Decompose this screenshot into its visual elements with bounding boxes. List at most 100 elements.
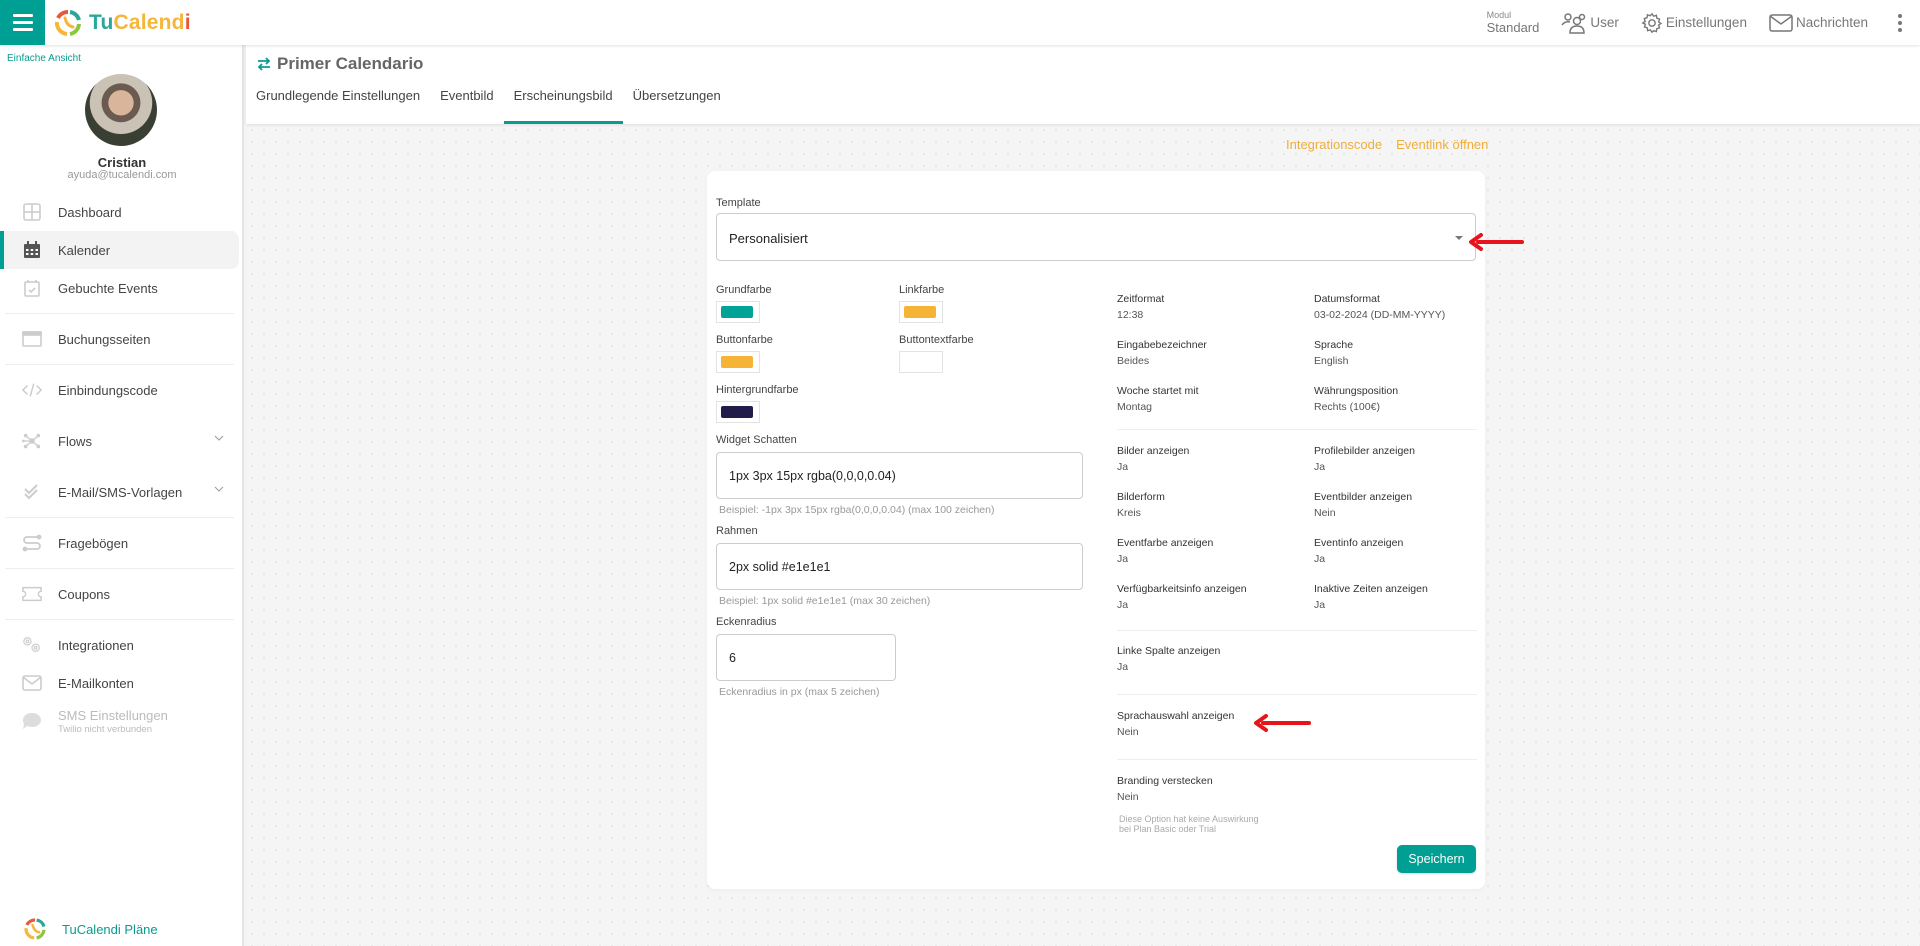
- save-button[interactable]: Speichern: [1397, 845, 1476, 873]
- radius-input[interactable]: 6: [716, 634, 896, 681]
- user-button[interactable]: User: [1561, 12, 1619, 34]
- option-label: Woche startet mit: [1117, 385, 1199, 397]
- link-color-swatch[interactable]: [899, 301, 943, 323]
- shadow-input[interactable]: 1px 3px 15px rgba(0,0,0,0.04): [716, 452, 1083, 499]
- module-indicator[interactable]: Modul Standard: [1487, 11, 1540, 35]
- option-label: Linke Spalte anzeigen: [1117, 645, 1221, 657]
- top-right-menu: Modul Standard User Einstellungen Nachri…: [1487, 0, 1920, 45]
- option-hide-branding[interactable]: Branding verstecken Nein: [1117, 775, 1307, 803]
- logo[interactable]: TuCalendi: [52, 7, 191, 39]
- hamburger-icon: [12, 12, 33, 33]
- page-title-text: Primer Calendario: [277, 54, 424, 73]
- option-value: English: [1314, 355, 1349, 367]
- option-language[interactable]: Sprache English: [1314, 339, 1504, 367]
- sidebar-item-label: Dashboard: [58, 204, 122, 220]
- option-show-images[interactable]: Bilder anzeigen Ja: [1117, 445, 1307, 473]
- sidebar-item-integrationen[interactable]: Integrationen: [0, 626, 242, 664]
- option-label: Eventbilder anzeigen: [1314, 491, 1413, 503]
- option-show-event-color[interactable]: Eventfarbe anzeigen Ja: [1117, 537, 1307, 565]
- link-color-label: Linkfarbe: [899, 284, 945, 296]
- sidebar-item-kalender[interactable]: Kalender: [0, 231, 239, 269]
- sidebar-item-label: Fragebögen: [58, 535, 129, 551]
- option-label: Eventinfo anzeigen: [1314, 537, 1404, 549]
- sidebar-item-sublabel: Twilio nicht verbunden: [58, 723, 152, 735]
- option-value: Ja: [1117, 599, 1129, 611]
- integration-code-link[interactable]: Integrationscode: [1286, 137, 1382, 152]
- open-event-link[interactable]: Eventlink öffnen: [1396, 137, 1488, 152]
- messages-label: Nachrichten: [1795, 15, 1868, 30]
- option-value: Nein: [1117, 791, 1139, 803]
- option-value: 03-02-2024 (DD-MM-YYYY): [1314, 309, 1446, 321]
- option-value: Beides: [1117, 355, 1150, 367]
- base-color-label: Grundfarbe: [716, 284, 772, 296]
- border-input[interactable]: 2px solid #e1e1e1: [716, 543, 1083, 590]
- options-divider: [1117, 630, 1477, 631]
- background-color-swatch[interactable]: [716, 401, 760, 423]
- sidebar-item-frageboegen[interactable]: Fragebögen: [0, 524, 242, 562]
- dropdown-caret-icon: [1455, 236, 1463, 240]
- button-color-swatch[interactable]: [716, 351, 760, 373]
- option-week-start[interactable]: Woche startet mit Montag: [1117, 385, 1307, 413]
- avatar[interactable]: [85, 74, 157, 146]
- sidebar-item-email-sms-vorlagen[interactable]: E-Mail/SMS-Vorlagen: [0, 473, 242, 511]
- sidebar-item-buchungsseiten[interactable]: Buchungsseiten: [0, 320, 242, 358]
- sidebar-item-label: E-Mail/SMS-Vorlagen: [58, 484, 183, 500]
- option-show-profile-images[interactable]: Profilebilder anzeigen Ja: [1314, 445, 1504, 473]
- option-label: Eingabebezeichner: [1117, 339, 1207, 351]
- calendar-check-icon: [22, 278, 42, 298]
- option-input-labels[interactable]: Eingabebezeichner Beides: [1117, 339, 1307, 367]
- sidebar-item-label: E-Mailkonten: [58, 675, 134, 691]
- border-hint: Beispiel: 1px solid #e1e1e1 (max 30 zeic…: [719, 595, 931, 607]
- sidebar-item-sms-einstellungen[interactable]: SMS Einstellungen Twilio nicht verbunden: [0, 702, 242, 740]
- sidebar-item-coupons[interactable]: Coupons: [0, 575, 242, 613]
- nav-divider: [5, 568, 234, 569]
- tab-grundlegende-einstellungen[interactable]: Grundlegende Einstellungen: [246, 89, 430, 124]
- base-color-swatch[interactable]: [716, 301, 760, 323]
- sidebar-item-gebuchte-events[interactable]: Gebuchte Events: [0, 269, 242, 307]
- option-value: Ja: [1314, 553, 1326, 565]
- sidebar-item-flows[interactable]: Flows: [0, 422, 242, 460]
- sidebar-item-einbindungscode[interactable]: Einbindungscode: [0, 371, 242, 409]
- action-links: Integrationscode Eventlink öffnen: [1286, 137, 1488, 152]
- chevron-down-icon: [214, 435, 224, 441]
- option-show-event-info[interactable]: Eventinfo anzeigen Ja: [1314, 537, 1504, 565]
- brand-part-1: Tu: [89, 10, 114, 34]
- tab-erscheinungsbild[interactable]: Erscheinungsbild: [503, 89, 623, 124]
- template-select[interactable]: Personalisiert: [716, 213, 1476, 261]
- background-color-fill: [721, 406, 753, 418]
- option-show-availability[interactable]: Verfügbarkeitsinfo anzeigen Ja: [1117, 583, 1307, 611]
- sidebar-item-label: Flows: [58, 433, 92, 449]
- sidebar-item-emailkonten[interactable]: E-Mailkonten: [0, 664, 242, 702]
- settings-button[interactable]: Einstellungen: [1641, 12, 1747, 34]
- option-label: Bilderform: [1117, 491, 1165, 503]
- border-value: 2px solid #e1e1e1: [729, 560, 831, 574]
- option-currency-position[interactable]: Währungsposition Rechts (100€): [1314, 385, 1504, 413]
- more-options-icon[interactable]: [1890, 12, 1910, 33]
- simple-view-link[interactable]: Einfache Ansicht: [7, 53, 81, 64]
- tab-uebersetzungen[interactable]: Übersetzungen: [623, 89, 731, 124]
- top-bar: TuCalendi Modul Standard User Einstellun…: [0, 0, 1920, 45]
- shadow-hint: Beispiel: -1px 3px 15px rgba(0,0,0,0.04)…: [719, 504, 995, 516]
- option-date-format[interactable]: Datumsformat 03-02-2024 (DD-MM-YYYY): [1314, 293, 1504, 321]
- menu-toggle-button[interactable]: [0, 0, 45, 45]
- tab-eventbild[interactable]: Eventbild: [430, 89, 503, 124]
- swap-arrows-icon[interactable]: [257, 57, 271, 71]
- gear-icon: [1641, 12, 1663, 33]
- option-show-inactive-times[interactable]: Inaktive Zeiten anzeigen Ja: [1314, 583, 1504, 611]
- user-email: ayuda@tucalendi.com: [67, 169, 177, 181]
- nav-divider: [5, 517, 234, 518]
- messages-button[interactable]: Nachrichten: [1769, 13, 1868, 32]
- option-value: Rechts (100€): [1314, 401, 1380, 413]
- sidebar-item-dashboard[interactable]: Dashboard: [0, 193, 242, 231]
- template-label: Template: [716, 197, 761, 209]
- option-time-format[interactable]: Zeitformat 12:38: [1117, 293, 1307, 321]
- plans-link[interactable]: TuCalendi Pläne: [22, 916, 158, 942]
- option-value: Nein: [1314, 507, 1336, 519]
- option-show-left-column[interactable]: Linke Spalte anzeigen Ja: [1117, 645, 1307, 673]
- user-name: Cristian: [97, 155, 147, 170]
- shadow-label: Widget Schatten: [716, 434, 797, 446]
- annotation-arrow-icon: [1254, 714, 1311, 732]
- option-image-shape[interactable]: Bilderform Kreis: [1117, 491, 1307, 519]
- option-show-event-images[interactable]: Eventbilder anzeigen Nein: [1314, 491, 1504, 519]
- button-text-color-swatch[interactable]: [899, 351, 943, 373]
